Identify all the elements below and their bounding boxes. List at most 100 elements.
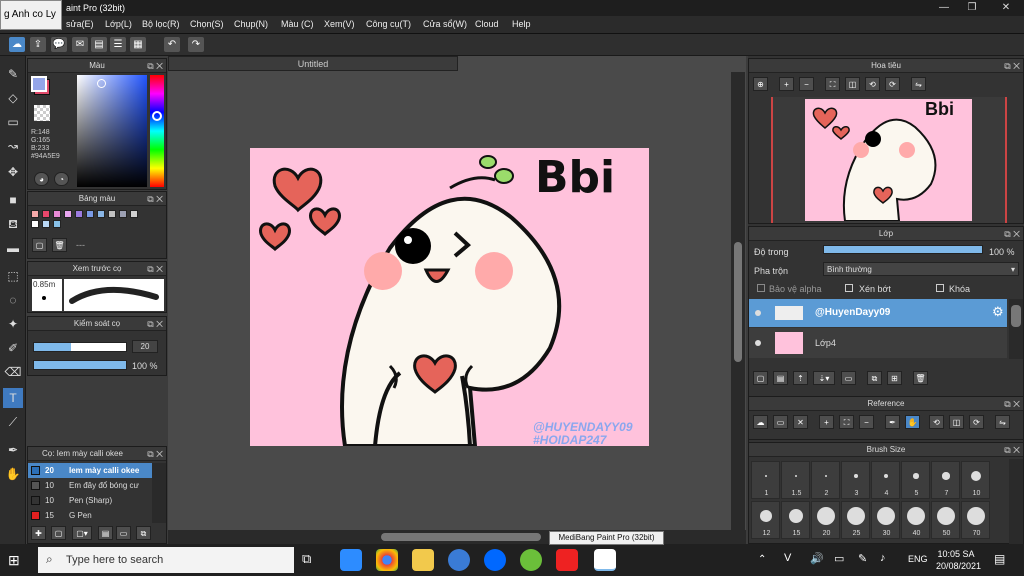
- clip-checkbox[interactable]: [845, 284, 853, 292]
- palette-swatch[interactable]: [31, 210, 39, 218]
- select-tool-icon[interactable]: ⬚: [3, 266, 23, 286]
- brush-size-cell[interactable]: 1.5: [781, 461, 810, 499]
- duplicate-layer-icon[interactable]: ⧉: [867, 371, 882, 385]
- brush-list-item[interactable]: 15 G Pen: [28, 508, 152, 523]
- brush-size-cell[interactable]: 5: [901, 461, 930, 499]
- layer-row-selected[interactable]: @HuyenDayy09 ⚙: [749, 299, 1007, 327]
- add-brush-icon[interactable]: ✚: [31, 526, 46, 540]
- palette-icon[interactable]: ◕: [34, 172, 49, 186]
- menu-tools[interactable]: Công cụ(T): [366, 19, 411, 29]
- brush-size-slider[interactable]: [33, 342, 127, 352]
- redo-icon[interactable]: ↷: [188, 37, 204, 52]
- palette-swatch[interactable]: [42, 210, 50, 218]
- bucket-tool-icon[interactable]: ⛾: [3, 214, 23, 234]
- tray-app-icon[interactable]: V: [784, 552, 791, 564]
- gear-icon[interactable]: ⚙: [992, 304, 1004, 320]
- tray-speaker-icon[interactable]: ♪: [880, 552, 886, 564]
- brush-size-value[interactable]: 20: [132, 340, 158, 353]
- panel-buttons-icon[interactable]: ⧉ ✕: [147, 59, 163, 73]
- menu-cloud[interactable]: Cloud: [475, 19, 499, 29]
- chrome-icon[interactable]: [376, 549, 398, 571]
- zoom-fit-icon[interactable]: ⊕: [753, 77, 768, 91]
- palette-swatch[interactable]: [97, 210, 105, 218]
- tray-chevron-icon[interactable]: ⌃: [758, 554, 766, 565]
- rectangle-tool-icon[interactable]: ▭: [3, 112, 23, 132]
- brush-size-cell[interactable]: 20: [811, 501, 840, 539]
- palette-swatch[interactable]: [130, 210, 138, 218]
- palette-swatch[interactable]: [75, 210, 83, 218]
- new-swatch-icon[interactable]: ▢: [32, 238, 47, 252]
- menu-layer[interactable]: Lớp(L): [105, 19, 132, 29]
- eraser-tool-icon[interactable]: ◇: [3, 88, 23, 108]
- dropper-tool-icon[interactable]: ⟋: [3, 412, 23, 432]
- delete-swatch-icon[interactable]: 🗑: [52, 238, 67, 252]
- reference-rotate-left-icon[interactable]: ⟲: [929, 415, 944, 429]
- reference-fit-window-icon[interactable]: ◫: [949, 415, 964, 429]
- brush-size-cell[interactable]: 30: [871, 501, 900, 539]
- document-icon[interactable]: ▤: [91, 37, 107, 52]
- vertical-scroll-thumb[interactable]: [734, 242, 742, 362]
- rotate-left-icon[interactable]: ⟲: [865, 77, 880, 91]
- reference-fit-icon[interactable]: ⛶: [839, 415, 854, 429]
- reference-open-icon[interactable]: ▭: [773, 415, 788, 429]
- zalo-icon[interactable]: [484, 549, 506, 571]
- brush-copy-icon[interactable]: ⧉: [136, 526, 151, 540]
- task-view-icon[interactable]: ⧉: [302, 551, 320, 569]
- lasso-tool-icon[interactable]: ◌: [3, 290, 23, 310]
- palette-swatch[interactable]: [42, 220, 50, 228]
- visibility-icon[interactable]: [755, 310, 761, 316]
- hand-tool-icon[interactable]: ✋: [3, 464, 23, 484]
- new-layer-alt-icon[interactable]: ▤: [773, 371, 788, 385]
- app-icon[interactable]: [520, 549, 542, 571]
- taskbar-search[interactable]: ⌕ Type here to search: [38, 547, 294, 573]
- new-brush-icon[interactable]: ▢: [51, 526, 66, 540]
- palette-swatch[interactable]: [53, 220, 61, 228]
- fill-rect-tool-icon[interactable]: ■: [3, 190, 23, 210]
- layer-up-icon[interactable]: ⇡: [793, 371, 808, 385]
- artboard[interactable]: Bbi @HUYENDAYY09 #HOIDAP247: [250, 148, 649, 446]
- palette-swatch[interactable]: [86, 210, 94, 218]
- picker-cursor[interactable]: [97, 79, 106, 88]
- brush-size-cell[interactable]: 50: [931, 501, 960, 539]
- brush-folder-icon[interactable]: ▭: [116, 526, 131, 540]
- layer-menu-icon[interactable]: ⇣▾: [813, 371, 835, 385]
- paint-app-icon[interactable]: [448, 549, 470, 571]
- brush-size-cell[interactable]: 2: [811, 461, 840, 499]
- comment-icon[interactable]: 💬: [51, 37, 67, 52]
- magic-wand-icon[interactable]: ✦: [3, 314, 23, 334]
- layer-folder-icon[interactable]: ▭: [841, 371, 856, 385]
- menu-view[interactable]: Xem(V): [324, 19, 355, 29]
- hue-cursor[interactable]: [152, 111, 162, 121]
- layer-opacity-slider[interactable]: [823, 245, 983, 254]
- zoom-in-icon[interactable]: +: [779, 77, 794, 91]
- wps-icon[interactable]: [556, 549, 578, 571]
- visibility-icon[interactable]: [755, 340, 761, 346]
- chat-icon[interactable]: ✉: [72, 37, 88, 52]
- reference-zoom-in-icon[interactable]: +: [819, 415, 834, 429]
- panel-buttons-icon[interactable]: ⧉ ✕: [1004, 397, 1020, 411]
- primary-color-swatch[interactable]: [31, 76, 47, 92]
- menu-help[interactable]: Help: [512, 19, 531, 29]
- brush-size-cell[interactable]: 12: [751, 501, 780, 539]
- undo-icon[interactable]: ↶: [164, 37, 180, 52]
- hue-slider[interactable]: [150, 75, 164, 187]
- brush-size-cell[interactable]: 40: [901, 501, 930, 539]
- reference-rotate-right-icon[interactable]: ⟳: [969, 415, 984, 429]
- gradient-tool-icon[interactable]: ▬: [3, 238, 23, 258]
- zoom-app-icon[interactable]: [340, 549, 362, 571]
- menu-filter[interactable]: Bộ lọc(R): [142, 19, 180, 29]
- brush-tool-icon[interactable]: ✎: [3, 64, 23, 84]
- saturation-value-picker[interactable]: [77, 75, 147, 187]
- text-tool-icon[interactable]: T: [3, 388, 23, 408]
- panel-buttons-icon[interactable]: ⧉ ✕: [1004, 227, 1020, 241]
- list-icon[interactable]: ☰: [110, 37, 126, 52]
- fit-window-icon[interactable]: ⛶: [825, 77, 840, 91]
- brush-size-scrollbar[interactable]: [1009, 459, 1023, 545]
- zoom-out-icon[interactable]: −: [799, 77, 814, 91]
- brush-size-cell[interactable]: 4: [871, 461, 900, 499]
- actual-size-icon[interactable]: ◫: [845, 77, 860, 91]
- reference-zoom-out-icon[interactable]: −: [859, 415, 874, 429]
- canvas-vertical-scrollbar[interactable]: [731, 72, 745, 530]
- move-tool-icon[interactable]: ✥: [3, 162, 23, 182]
- protect-alpha-checkbox[interactable]: [757, 284, 765, 292]
